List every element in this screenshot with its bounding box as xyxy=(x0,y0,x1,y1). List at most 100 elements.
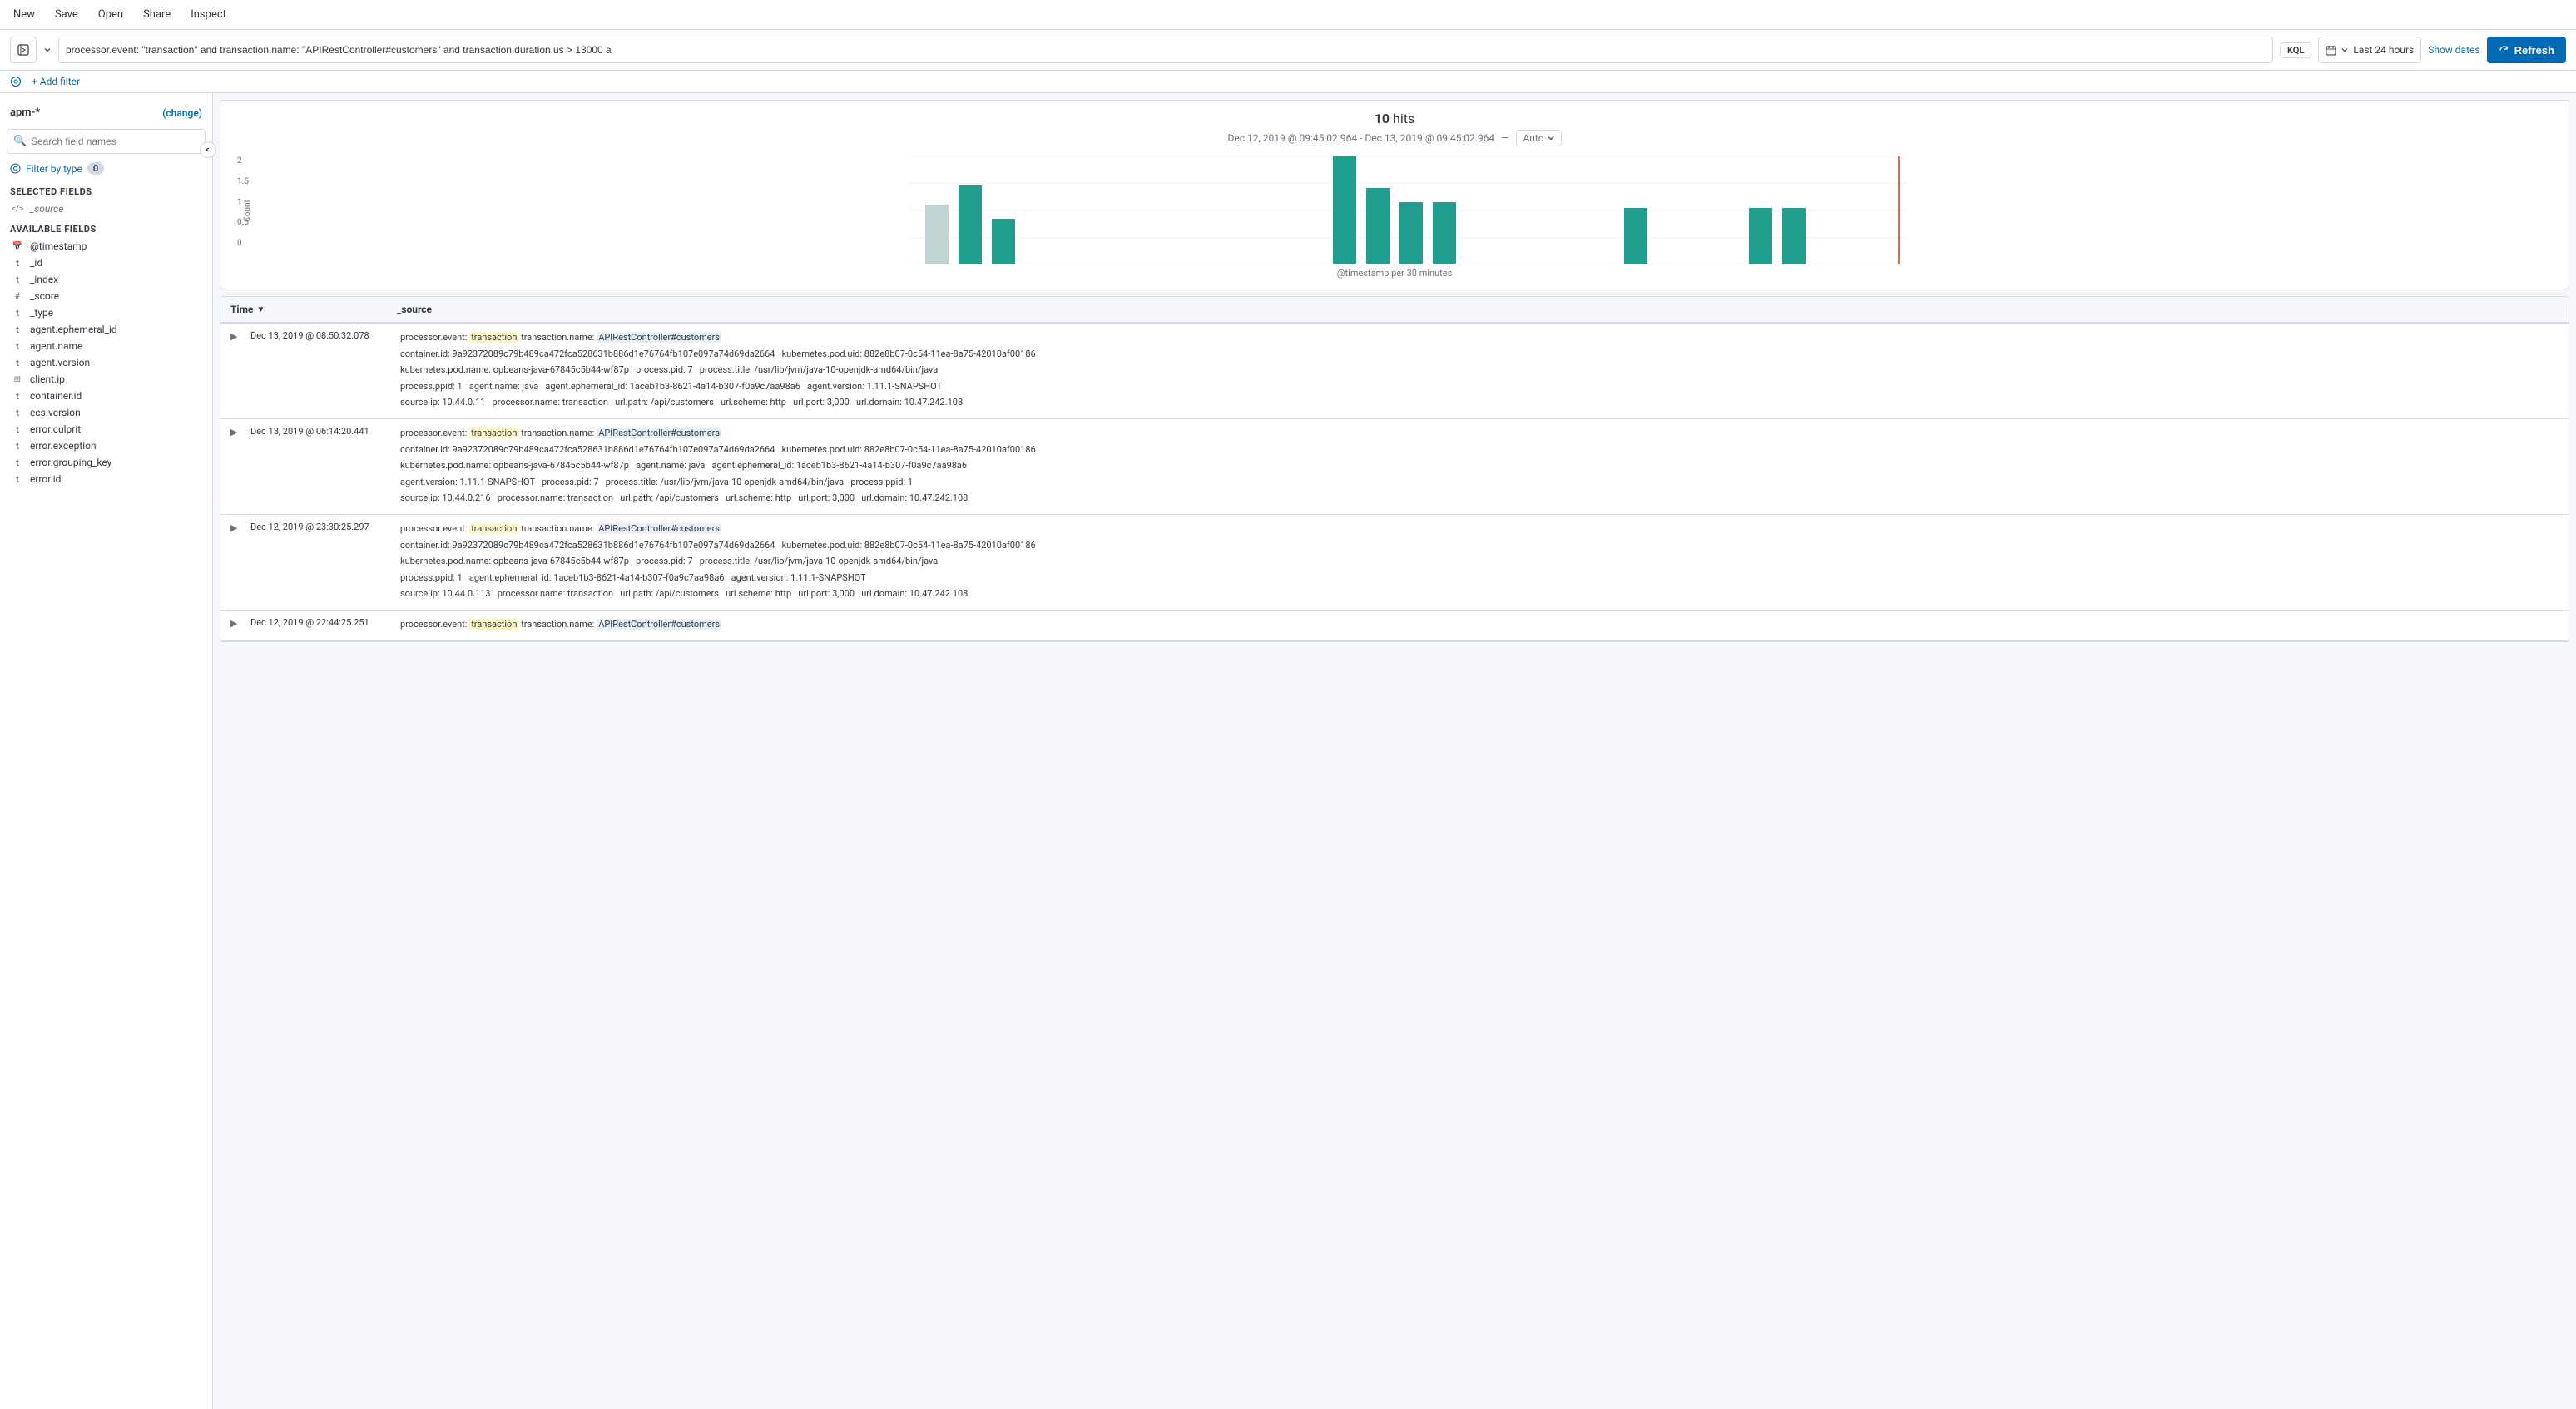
show-dates-button[interactable]: Show dates xyxy=(2428,44,2479,56)
highlight-api: APIRestController#customers xyxy=(597,428,721,438)
t-icon-index: t xyxy=(10,274,25,285)
source-type-icon: </> xyxy=(10,205,25,214)
index-pattern-icon[interactable] xyxy=(10,37,37,63)
top-nav: New Save Open Share Inspect xyxy=(0,0,2576,30)
t-icon-av: t xyxy=(10,358,25,368)
source-cell: processor.event: transaction transaction… xyxy=(400,617,2559,634)
t-icon-ae: t xyxy=(10,324,25,335)
t-icon-ee: t xyxy=(10,441,25,452)
table-row: ▶ Dec 13, 2019 @ 08:50:32.078 processor.… xyxy=(220,324,2569,419)
date-range-label: Last 24 hours xyxy=(2353,44,2414,56)
y-tick-05: 0.5 xyxy=(237,218,249,227)
refresh-button[interactable]: Refresh xyxy=(2487,37,2566,63)
y-tick-2: 2 xyxy=(237,156,249,166)
chart-date-range: Dec 12, 2019 @ 09:45:02.964 - Dec 13, 20… xyxy=(234,130,2555,146)
field-id[interactable]: t _id xyxy=(0,255,212,271)
dropdown-chevron-icon xyxy=(43,46,52,54)
add-filter-button[interactable]: + Add filter xyxy=(32,76,80,87)
field-client-ip[interactable]: ⊞ client.ip xyxy=(0,371,212,388)
field-error-exception[interactable]: t error.exception xyxy=(0,438,212,454)
sort-icon: ▼ xyxy=(257,305,265,314)
query-input[interactable] xyxy=(66,44,2266,56)
expand-row-button[interactable]: ▶ xyxy=(230,617,244,629)
filter-by-type-row[interactable]: Filter by type 0 xyxy=(0,157,212,180)
highlight-transaction: transaction xyxy=(469,332,518,343)
results-table: Time ▼ _source ▶ Dec 13, 2019 @ 08:50:32… xyxy=(220,296,2569,642)
index-pattern-label: apm-* (change) xyxy=(0,100,212,126)
table-row: ▶ Dec 13, 2019 @ 06:14:20.441 processor.… xyxy=(220,419,2569,515)
t-icon-ei: t xyxy=(10,474,25,485)
calendar-icon xyxy=(2326,45,2336,56)
field-ecs-version[interactable]: t ecs.version xyxy=(0,404,212,421)
highlight-api: APIRestController#customers xyxy=(597,619,721,630)
hash-icon: # xyxy=(10,292,25,301)
change-index-link[interactable]: (change) xyxy=(162,107,202,119)
refresh-icon xyxy=(2499,45,2509,56)
field-error-culprit[interactable]: t error.culprit xyxy=(0,421,212,438)
search-icon: 🔍 xyxy=(13,136,27,148)
t-icon-egk: t xyxy=(10,457,25,468)
expand-row-button[interactable]: ▶ xyxy=(230,522,244,533)
chevron-down-icon xyxy=(2341,47,2348,53)
available-fields-label: Available fields xyxy=(0,217,212,238)
kql-badge[interactable]: KQL xyxy=(2280,42,2311,58)
nav-share[interactable]: Share xyxy=(140,8,174,21)
auto-select[interactable]: Auto xyxy=(1516,130,1562,146)
t-icon-ci: t xyxy=(10,391,25,402)
field-agent-name[interactable]: t agent.name xyxy=(0,338,212,354)
nav-open[interactable]: Open xyxy=(95,8,126,21)
y-tick-0: 0 xyxy=(237,239,249,248)
time-cell: Dec 13, 2019 @ 06:14:20.441 xyxy=(250,426,400,437)
source-column-header: _source xyxy=(397,304,2559,315)
highlight-api: APIRestController#customers xyxy=(597,332,721,343)
source-cell: processor.event: transaction transaction… xyxy=(400,426,2559,507)
table-header: Time ▼ _source xyxy=(220,297,2569,324)
query-input-wrap[interactable] xyxy=(58,37,2273,63)
table-row: ▶ Dec 12, 2019 @ 23:30:25.297 processor.… xyxy=(220,515,2569,611)
selected-fields-label: Selected fields xyxy=(0,180,212,200)
field-index[interactable]: t _index xyxy=(0,271,212,288)
filter-count-badge: 0 xyxy=(87,162,104,175)
time-cell: Dec 12, 2019 @ 23:30:25.297 xyxy=(250,522,400,532)
chart-area: 10 hits Dec 12, 2019 @ 09:45:02.964 - De… xyxy=(220,100,2569,289)
nav-inspect[interactable]: Inspect xyxy=(187,8,230,21)
filter-type-icon xyxy=(10,163,21,174)
nav-save[interactable]: Save xyxy=(52,8,82,21)
x-axis-label: @timestamp per 30 minutes xyxy=(234,268,2555,279)
field-search-input[interactable] xyxy=(7,129,206,154)
auto-chevron-icon xyxy=(1548,135,1554,141)
t-icon-type: t xyxy=(10,308,25,319)
time-cell: Dec 12, 2019 @ 22:44:25.251 xyxy=(250,617,400,628)
expand-row-button[interactable]: ▶ xyxy=(230,330,244,342)
source-cell: processor.event: transaction transaction… xyxy=(400,330,2559,412)
time-cell: Dec 13, 2019 @ 08:50:32.078 xyxy=(250,330,400,341)
t-icon-ec: t xyxy=(10,424,25,435)
field-agent-version[interactable]: t agent.version xyxy=(0,354,212,371)
field-error-id[interactable]: t error.id xyxy=(0,471,212,487)
filter-bar: + Add filter xyxy=(0,71,2576,93)
histogram-chart: 12:00 15:00 18:00 21:00 00:00 03:00 06:0… xyxy=(260,156,2555,264)
filter-settings-icon[interactable] xyxy=(10,76,22,87)
field-search-wrap: 🔍 xyxy=(7,129,206,154)
field-error-grouping-key[interactable]: t error.grouping_key xyxy=(0,454,212,471)
field-agent-ephemeral[interactable]: t agent.ephemeral_id xyxy=(0,321,212,338)
collapse-sidebar-button[interactable] xyxy=(200,141,213,158)
field-timestamp[interactable]: 📅 @timestamp xyxy=(0,238,212,255)
y-tick-15: 1.5 xyxy=(237,177,249,186)
field-score[interactable]: # _score xyxy=(0,288,212,304)
settings-icon xyxy=(10,76,22,87)
hits-count: 10 hits xyxy=(234,111,2555,126)
highlight-transaction: transaction xyxy=(469,523,518,534)
highlight-transaction: transaction xyxy=(469,619,518,630)
field-type[interactable]: t _type xyxy=(0,304,212,321)
field-source[interactable]: </> _source xyxy=(0,200,212,217)
highlight-api: APIRestController#customers xyxy=(597,523,721,534)
date-picker[interactable]: Last 24 hours xyxy=(2318,37,2421,63)
nav-new[interactable]: New xyxy=(10,8,38,21)
expand-row-button[interactable]: ▶ xyxy=(230,426,244,438)
table-row: ▶ Dec 12, 2019 @ 22:44:25.251 processor.… xyxy=(220,611,2569,641)
field-container-id[interactable]: t container.id xyxy=(0,388,212,404)
collapse-icon xyxy=(205,146,211,153)
time-column-header[interactable]: Time ▼ xyxy=(230,304,397,315)
source-cell: processor.event: transaction transaction… xyxy=(400,522,2559,603)
